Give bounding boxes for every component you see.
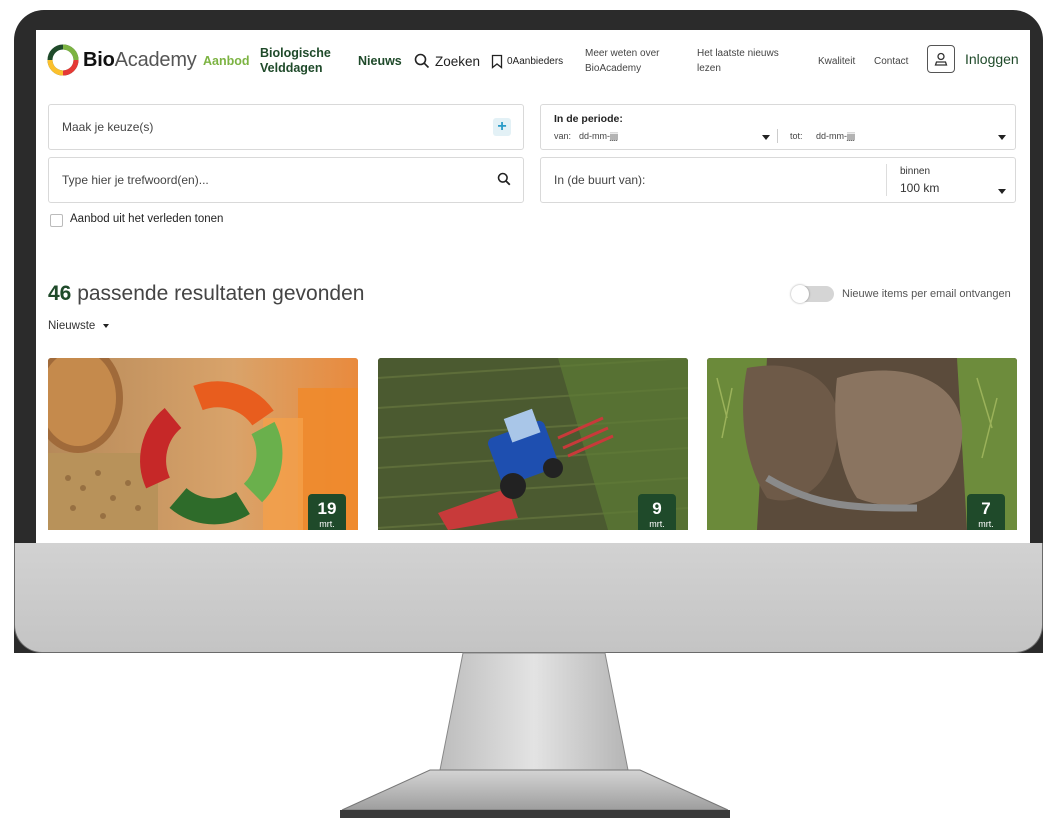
- nav-meer-weten[interactable]: Meer weten over BioAcademy: [585, 30, 659, 92]
- nav-aanbieders[interactable]: 0Aanbieders: [491, 30, 563, 92]
- nav-kwaliteit[interactable]: Kwaliteit: [818, 30, 855, 92]
- past-offers-label: Aanbod uit het verleden tonen: [70, 213, 224, 225]
- category-select[interactable]: Maak je keuze(s) +: [48, 104, 524, 150]
- past-offers-checkbox[interactable]: [50, 214, 63, 227]
- date-to-input[interactable]: dd-mm-jjjj: [816, 131, 855, 141]
- result-card[interactable]: 7 mrt.: [707, 358, 1017, 530]
- keyword-input[interactable]: Type hier je trefwoord(en)...: [48, 157, 524, 203]
- results-text: passende resultaten gevonden: [77, 282, 365, 305]
- email-toggle-label: Nieuwe items per email ontvangen: [842, 288, 1011, 300]
- category-placeholder: Maak je keuze(s): [62, 120, 154, 134]
- nav-zoeken[interactable]: Zoeken: [414, 30, 480, 92]
- divider: [886, 164, 887, 196]
- result-card[interactable]: 9 mrt.: [378, 358, 688, 530]
- monitor-chin: [14, 543, 1043, 653]
- logo-icon: [47, 44, 79, 76]
- search-icon: [414, 53, 430, 69]
- date-from-input[interactable]: dd-mm-jjjj: [579, 131, 618, 141]
- nav-laatste-nieuws[interactable]: Het laatste nieuws lezen: [697, 30, 779, 92]
- date-to-label: tot:: [790, 131, 803, 141]
- divider: [777, 129, 778, 143]
- location-input[interactable]: In (de buurt van):: [554, 173, 645, 187]
- distance-select[interactable]: 100 km: [900, 181, 939, 195]
- site-header: BioAcademy Aanbod Biologische Velddagen N…: [36, 30, 1030, 92]
- date-from-label: van:: [554, 131, 572, 141]
- date-badge: 9 mrt.: [638, 494, 676, 530]
- bookmark-icon: [491, 54, 503, 69]
- browser-screen: BioAcademy Aanbod Biologische Velddagen N…: [36, 30, 1030, 543]
- nav-contact[interactable]: Contact: [874, 30, 908, 92]
- brand-logo[interactable]: BioAcademy: [46, 42, 197, 78]
- sort-dropdown[interactable]: Nieuwste: [48, 320, 109, 332]
- keyword-placeholder: Type hier je trefwoord(en)...: [62, 173, 209, 187]
- results-heading: 46 passende resultaten gevonden: [48, 282, 364, 306]
- nav-velddagen[interactable]: Biologische Velddagen: [260, 30, 331, 92]
- period-filter: In de periode: van: dd-mm-jjjj tot: dd-m…: [540, 104, 1016, 150]
- nav-aanbod[interactable]: Aanbod: [203, 30, 250, 92]
- result-card[interactable]: 19 mrt.: [48, 358, 358, 530]
- nav-nieuws[interactable]: Nieuws: [358, 30, 402, 92]
- date-badge: 7 mrt.: [967, 494, 1005, 530]
- login-link[interactable]: Inloggen: [965, 51, 1019, 67]
- plus-icon[interactable]: +: [493, 118, 511, 136]
- date-badge: 19 mrt.: [308, 494, 346, 530]
- email-toggle[interactable]: [791, 285, 834, 303]
- user-icon: [934, 52, 948, 66]
- results-count: 46: [48, 282, 72, 305]
- location-filter: In (de buurt van): binnen 100 km: [540, 157, 1016, 203]
- distance-label: binnen: [900, 166, 931, 177]
- chevron-down-icon[interactable]: [998, 135, 1006, 140]
- search-icon[interactable]: [497, 172, 511, 186]
- period-title: In de periode:: [554, 113, 623, 125]
- chevron-down-icon[interactable]: [762, 135, 770, 140]
- chevron-down-icon[interactable]: [998, 189, 1006, 194]
- brand-name: BioAcademy: [83, 48, 197, 71]
- chevron-down-icon: [102, 323, 109, 328]
- login-button[interactable]: [927, 45, 955, 73]
